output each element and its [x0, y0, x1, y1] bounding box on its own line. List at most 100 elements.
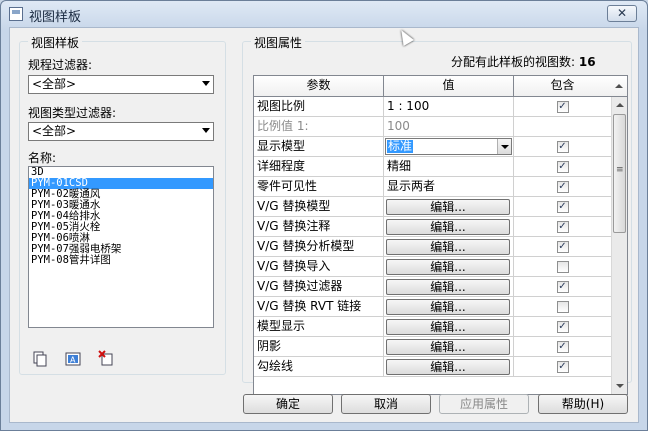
assigned-views-count: 分配有此样板的视图数: 16	[451, 53, 596, 70]
property-row: 零件可见性 显示两者 ✓	[254, 177, 612, 197]
property-name: 比例值 1:	[254, 117, 384, 137]
property-row: V/G 替换 RVT 链接 编辑...	[254, 297, 612, 317]
view-templates-dialog: 视图样板 ✕ 视图样板 规程过滤器: <全部> 视图类型过滤器: <全部> 名称…	[0, 0, 648, 431]
edit-button[interactable]: 编辑...	[386, 199, 510, 215]
property-value-cell: 标准	[384, 137, 514, 157]
include-cell: ✓	[514, 157, 612, 177]
delete-icon[interactable]	[98, 350, 114, 366]
view-properties-grid: 参数 值 包含 视图比例 1 : 100 ✓ 比例值 1: 100 显示模型 标准 ✓ 详细程度…	[253, 75, 628, 395]
property-name: 勾绘线	[254, 357, 384, 377]
edit-button[interactable]: 编辑...	[386, 259, 510, 275]
property-name: V/G 替换导入	[254, 257, 384, 277]
duplicate-icon[interactable]	[32, 351, 48, 367]
view-properties-group-title: 视图属性	[251, 34, 306, 51]
cancel-button[interactable]: 取消	[341, 394, 431, 414]
view-type-filter-value: <全部>	[32, 124, 77, 138]
scroll-down-icon[interactable]	[612, 378, 627, 394]
include-checkbox[interactable]: ✓	[556, 181, 569, 193]
property-value[interactable]: 100	[384, 117, 514, 137]
include-checkbox[interactable]: ✓	[556, 321, 569, 333]
include-cell: ✓	[514, 197, 612, 217]
vertical-scrollbar[interactable]	[611, 97, 627, 394]
include-checkbox[interactable]: ✓	[556, 241, 569, 253]
include-checkbox[interactable]: ✓	[556, 141, 569, 153]
property-name: V/G 替换分析模型	[254, 237, 384, 257]
edit-button[interactable]: 编辑...	[386, 319, 510, 335]
include-checkbox[interactable]	[556, 301, 569, 313]
window-title: 视图样板	[29, 10, 82, 25]
template-name-list[interactable]: 3D PYM-01CSD PYM-02暖通风 PYM-03暖通水 PYM-04给排水 PY…	[28, 166, 214, 328]
edit-button[interactable]: 编辑...	[386, 279, 510, 295]
property-value-cell: 编辑...	[384, 197, 514, 217]
property-row: 勾绘线 编辑... ✓	[254, 357, 612, 377]
include-checkbox[interactable]: ✓	[556, 201, 569, 213]
property-value-cell: 编辑...	[384, 237, 514, 257]
chevron-down-icon	[202, 81, 210, 86]
names-label: 名称:	[28, 151, 57, 165]
include-cell: ✓	[514, 317, 612, 337]
grid-rows: 视图比例 1 : 100 ✓ 比例值 1: 100 显示模型 标准 ✓ 详细程度 精细 ✓ 零件可见性…	[254, 97, 612, 377]
display-model-select[interactable]: 标准	[385, 138, 512, 155]
include-cell: ✓	[514, 277, 612, 297]
include-cell: ✓	[514, 237, 612, 257]
scroll-up-arrow-icon[interactable]	[611, 76, 627, 97]
property-value[interactable]: 1 : 100	[384, 97, 514, 117]
edit-button[interactable]: 编辑...	[386, 219, 510, 235]
include-cell	[514, 257, 612, 277]
view-type-filter-label: 视图类型过滤器:	[28, 106, 117, 120]
include-cell	[514, 297, 612, 317]
include-checkbox[interactable]: ✓	[556, 161, 569, 173]
property-name: 详细程度	[254, 157, 384, 177]
property-name: 零件可见性	[254, 177, 384, 197]
include-cell: ✓	[514, 337, 612, 357]
edit-button[interactable]: 编辑...	[386, 339, 510, 355]
property-name: 视图比例	[254, 97, 384, 117]
include-checkbox[interactable]	[556, 261, 569, 273]
chevron-down-icon[interactable]	[497, 139, 511, 154]
property-value-cell: 编辑...	[384, 277, 514, 297]
property-value-cell: 编辑...	[384, 357, 514, 377]
property-value-cell: 编辑...	[384, 217, 514, 237]
property-name: 模型显示	[254, 317, 384, 337]
template-list-item[interactable]: PYM-08管井详图	[29, 255, 213, 266]
scrollbar-thumb[interactable]	[613, 114, 626, 233]
property-name: 阴影	[254, 337, 384, 357]
column-header-value[interactable]: 值	[384, 76, 514, 97]
include-checkbox[interactable]: ✓	[556, 361, 569, 373]
ok-button[interactable]: 确定	[243, 394, 333, 414]
app-icon	[9, 7, 23, 21]
property-value[interactable]: 精细	[384, 157, 514, 177]
apply-properties-button[interactable]: 应用属性	[439, 394, 529, 414]
assigned-views-label: 分配有此样板的视图数:	[451, 55, 576, 69]
property-row: V/G 替换注释 编辑... ✓	[254, 217, 612, 237]
rename-icon[interactable]: A	[65, 351, 81, 367]
edit-button[interactable]: 编辑...	[386, 239, 510, 255]
property-name: V/G 替换模型	[254, 197, 384, 217]
help-button[interactable]: 帮助(H)	[538, 394, 628, 414]
include-checkbox[interactable]: ✓	[556, 281, 569, 293]
display-model-value: 标准	[387, 139, 414, 153]
discipline-filter-select[interactable]: <全部>	[28, 75, 214, 94]
property-row: 详细程度 精细 ✓	[254, 157, 612, 177]
chevron-down-icon	[202, 128, 210, 133]
property-value[interactable]: 显示两者	[384, 177, 514, 197]
include-checkbox[interactable]: ✓	[556, 341, 569, 353]
property-row: V/G 替换分析模型 编辑... ✓	[254, 237, 612, 257]
property-row: 模型显示 编辑... ✓	[254, 317, 612, 337]
edit-button[interactable]: 编辑...	[386, 359, 510, 375]
title-bar[interactable]: 视图样板 ✕	[1, 1, 647, 27]
assigned-views-number: 16	[578, 55, 596, 69]
include-checkbox[interactable]: ✓	[556, 221, 569, 233]
edit-button[interactable]: 编辑...	[386, 299, 510, 315]
property-row: 显示模型 标准 ✓	[254, 137, 612, 157]
grid-header: 参数 值 包含	[254, 76, 612, 97]
discipline-filter-value: <全部>	[32, 77, 77, 91]
include-cell: ✓	[514, 137, 612, 157]
include-checkbox[interactable]: ✓	[556, 101, 569, 113]
column-header-include[interactable]: 包含	[514, 76, 612, 97]
close-button[interactable]: ✕	[607, 5, 637, 22]
view-type-filter-select[interactable]: <全部>	[28, 122, 214, 141]
discipline-filter-label: 规程过滤器:	[28, 58, 93, 72]
column-header-parameter[interactable]: 参数	[254, 76, 384, 97]
scroll-up-icon[interactable]	[612, 97, 627, 113]
